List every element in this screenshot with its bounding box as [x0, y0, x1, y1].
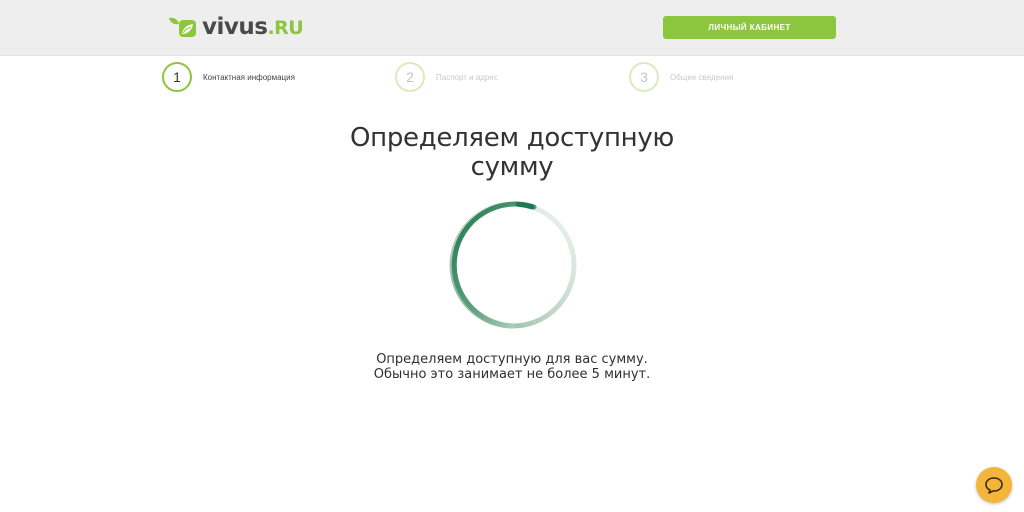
- status-line-1: Определяем доступную для вас сумму.: [376, 352, 648, 367]
- step-number-badge: 3: [629, 62, 659, 92]
- step-passport-address: 2 Паспорт и адрес: [395, 62, 498, 92]
- logo-wordmark: vivus.RU: [202, 13, 304, 40]
- chat-button[interactable]: [976, 467, 1012, 503]
- chat-bubble-icon: [985, 477, 1003, 494]
- step-contact-info: 1 Контактная информация: [162, 62, 295, 92]
- loading-spinner-icon: [449, 201, 577, 329]
- header: vivus.RU ЛИЧНЫЙ КАБИНЕТ: [0, 0, 1024, 56]
- leaf-logo-icon: [169, 17, 196, 37]
- step-label: Контактная информация: [203, 72, 295, 82]
- step-number-badge: 1: [162, 62, 192, 92]
- step-general-info: 3 Общие сведения: [629, 62, 733, 92]
- page-title-line-1: Определяем доступную: [349, 123, 675, 153]
- page-title-line-2: сумму: [470, 152, 554, 182]
- step-number-badge: 2: [395, 62, 425, 92]
- step-label: Паспорт и адрес: [436, 72, 498, 82]
- step-label: Общие сведения: [670, 72, 734, 82]
- page-title: Определяем доступную сумму: [312, 124, 712, 182]
- personal-cabinet-button[interactable]: ЛИЧНЫЙ КАБИНЕТ: [663, 16, 836, 39]
- vivus-logo[interactable]: vivus.RU: [167, 12, 304, 42]
- status-message: Определяем доступную для вас сумму. Обыч…: [312, 352, 712, 382]
- status-line-2: Обычно это занимает не более 5 минут.: [373, 367, 651, 382]
- page: vivus.RU ЛИЧНЫЙ КАБИНЕТ 1 Контактная инф…: [0, 0, 1024, 512]
